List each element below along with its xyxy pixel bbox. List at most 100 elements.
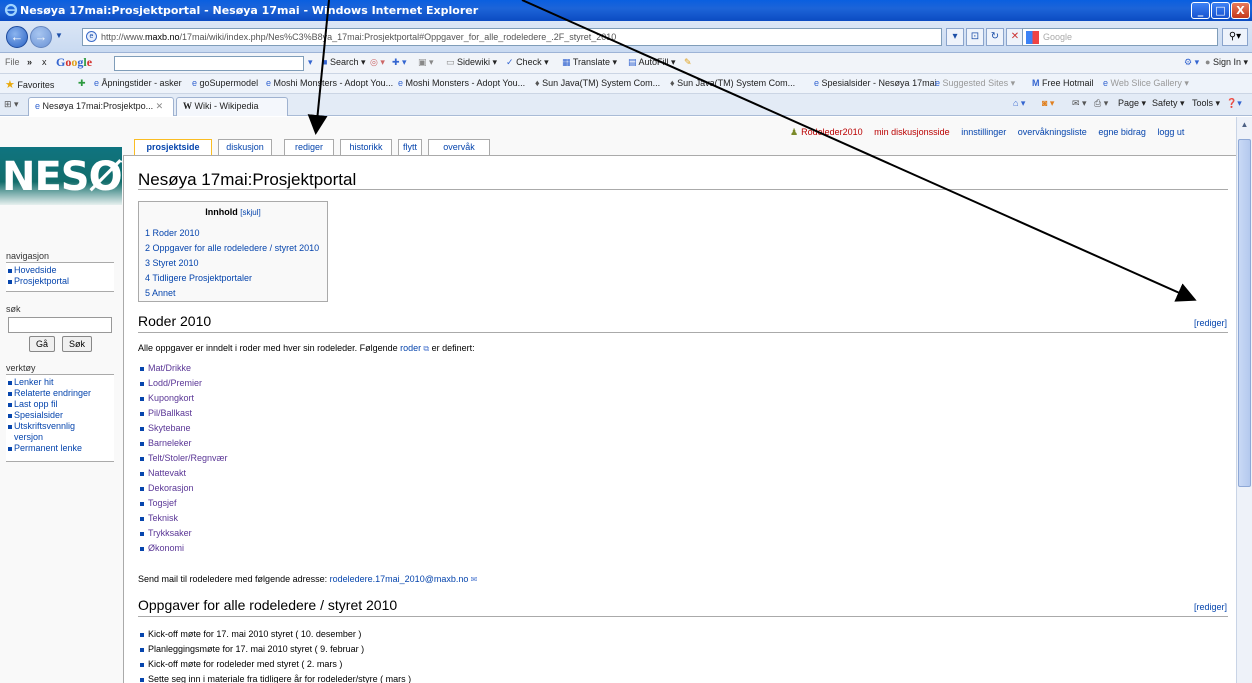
toc-hide-link[interactable]: [skjul] [240,208,260,217]
list-item[interactable]: Mat/Drikke [138,361,228,376]
list-item[interactable]: Dekorasjon [138,481,228,496]
close-toolbar-icon[interactable]: x [42,57,47,67]
spell-ring-icon[interactable]: ◎ ▾ [370,57,385,68]
toc-item[interactable]: 5 Annet [145,286,321,301]
check-button[interactable]: ✓ Check ▾ [506,57,549,68]
toc-item[interactable]: 3 Styret 2010 [145,256,321,271]
toc-item[interactable]: 4 Tidligere Prosjektportaler [145,271,321,286]
list-item[interactable]: Trykksaker [138,526,228,541]
file-menu[interactable]: File [5,57,20,67]
vertical-scrollbar[interactable]: ▲ [1236,117,1252,683]
share-icon[interactable]: ✚ ▾ [392,57,407,68]
browser-tab[interactable]: W Wiki - Wikipedia [176,97,288,116]
search-magnifier-icon[interactable]: ⚲▾ [1222,28,1248,46]
favorite-link[interactable]: M Free Hotmail [1032,78,1094,88]
feeds-icon[interactable]: ◙ ▾ [1042,98,1054,109]
tab-edit[interactable]: rediger [284,139,334,155]
favorites-button[interactable]: ★ Favorites [5,78,54,91]
sidebar-item-upload-file[interactable]: Last opp fil [6,399,114,410]
tab-discussion[interactable]: diskusjon [218,139,272,155]
tab-watch[interactable]: overvåk [428,139,490,155]
list-item[interactable]: Telt/Stoler/Regnvær [138,451,228,466]
tab-history[interactable]: historikk [340,139,392,155]
sidebar-item-project-portal[interactable]: Prosjektportal [6,276,114,287]
personal-link-preferences[interactable]: innstillinger [961,127,1006,137]
favorite-link[interactable]: ♦ Sun Java(TM) System Com... [535,78,660,88]
favorite-link[interactable]: e Suggested Sites ▾ [935,78,1015,89]
personal-link-user[interactable]: Rodeleder2010 [801,127,863,137]
url-input[interactable]: e http://www.maxb.no/17mai/wiki/index.php… [82,28,942,46]
favorite-link[interactable]: e Moshi Monsters - Adopt You... [266,78,393,88]
tab-project-page[interactable]: prosjektside [134,139,212,155]
list-item[interactable]: Barneleker [138,436,228,451]
go-button[interactable]: Gå [29,336,56,352]
back-arrow-icon[interactable]: ← [6,26,28,48]
personal-link-watchlist[interactable]: overvåkningsliste [1018,127,1087,137]
tab-move[interactable]: flytt [398,139,422,155]
search-dropdown-icon[interactable]: ▾ [308,57,313,68]
personal-link-logout[interactable]: logg ut [1157,127,1184,137]
compatibility-view-icon[interactable]: ⊡ [966,28,984,46]
mail-link[interactable]: rodeledere.17mai_2010@maxb.no ✉ [330,574,478,584]
favorite-link[interactable]: e Web Slice Gallery ▾ [1103,78,1189,89]
search-provider-input[interactable]: Google [1022,28,1218,46]
search-button-wiki[interactable]: Søk [62,336,93,352]
sidebar-item-special-pages[interactable]: Spesialsider [6,410,114,421]
list-item[interactable]: Lodd/Premier [138,376,228,391]
favorite-link[interactable]: e goSupermodel [192,78,258,88]
quick-tabs-icon[interactable]: ⊞ ▾ [4,99,19,110]
mail-icon[interactable]: ✉ ▾ [1072,98,1087,109]
wiki-search-input[interactable] [8,317,112,333]
translate-button[interactable]: ▦ Translate ▾ [562,57,617,68]
sidebar-item-what-links-here[interactable]: Lenker hit [6,377,114,388]
roder-link[interactable]: roder ⧉ [400,343,429,353]
list-item[interactable]: Kupongkort [138,391,228,406]
close-window-button[interactable]: X [1231,2,1250,19]
history-dropdown-icon[interactable]: ▼ [55,31,63,40]
sidebar-item-printable-cont[interactable]: versjon [6,432,114,443]
list-item[interactable]: Pil/Ballkast [138,406,228,421]
print-icon[interactable]: ⎙ ▾ [1094,98,1108,109]
site-logo[interactable]: NESØYA [0,137,122,212]
list-item[interactable]: Togsjef [138,496,228,511]
sidebar-item-related-changes[interactable]: Relaterte endringer [6,388,114,399]
help-icon[interactable]: ❓▾ [1226,98,1242,109]
pencil-icon[interactable]: ✎ [684,57,692,68]
edit-section-link[interactable]: [rediger] [1194,602,1227,612]
sidebar-item-main-page[interactable]: Hovedside [6,265,114,276]
page-menu[interactable]: Page ▾ [1118,98,1146,109]
list-item[interactable]: Teknisk [138,511,228,526]
scrollbar-thumb[interactable] [1238,139,1251,487]
personal-link-talk[interactable]: min diskusjonsside [874,127,950,137]
search-button[interactable]: ■ Search ▾ [322,57,366,68]
more-menus-chevron-icon[interactable]: » [27,57,32,67]
favorite-link[interactable]: e Åpningstider - asker [94,78,182,88]
forward-arrow-icon[interactable]: → [30,26,52,48]
sidewiki-button[interactable]: ▭ Sidewiki ▾ [446,57,497,68]
safety-menu[interactable]: Safety ▾ [1152,98,1185,109]
list-item[interactable]: Skytebane [138,421,228,436]
sidebar-item-printable[interactable]: Utskriftsvennlig [6,421,114,432]
add-favorite-icon[interactable]: ✚ [78,78,86,89]
toc-item[interactable]: 2 Oppgaver for alle rodeledere / styret … [145,241,321,256]
url-dropdown-icon[interactable]: ▾ [946,28,964,46]
google-toolbar-search-input[interactable] [114,56,304,71]
autofill-button[interactable]: ▤ AutoFill ▾ [628,57,676,68]
refresh-icon[interactable]: ↻ [986,28,1004,46]
sign-in-button[interactable]: ● Sign In ▾ [1205,57,1248,68]
browser-tab-active[interactable]: e Nesøya 17mai:Prosjektpo... ✕ [28,97,174,116]
bookmarks-icon[interactable]: ▣ ▾ [418,57,434,68]
maximize-button[interactable]: □ [1211,2,1230,19]
wrench-icon[interactable]: ⚙ ▾ [1184,57,1199,68]
favorite-link[interactable]: e Moshi Monsters - Adopt You... [398,78,525,88]
tools-menu[interactable]: Tools ▾ [1192,98,1220,109]
home-icon[interactable]: ⌂ ▾ [1013,98,1025,109]
list-item[interactable]: Nattevakt [138,466,228,481]
favorite-link[interactable]: e Spesialsider - Nesøya 17mai [814,78,937,88]
scroll-up-icon[interactable]: ▲ [1237,117,1252,133]
minimize-button[interactable]: _ [1191,2,1210,19]
toc-item[interactable]: 1 Roder 2010 [145,226,321,241]
favorite-link[interactable]: ♦ Sun Java(TM) System Com... [670,78,795,88]
list-item[interactable]: Økonomi [138,541,228,556]
edit-section-link[interactable]: [rediger] [1194,318,1227,328]
